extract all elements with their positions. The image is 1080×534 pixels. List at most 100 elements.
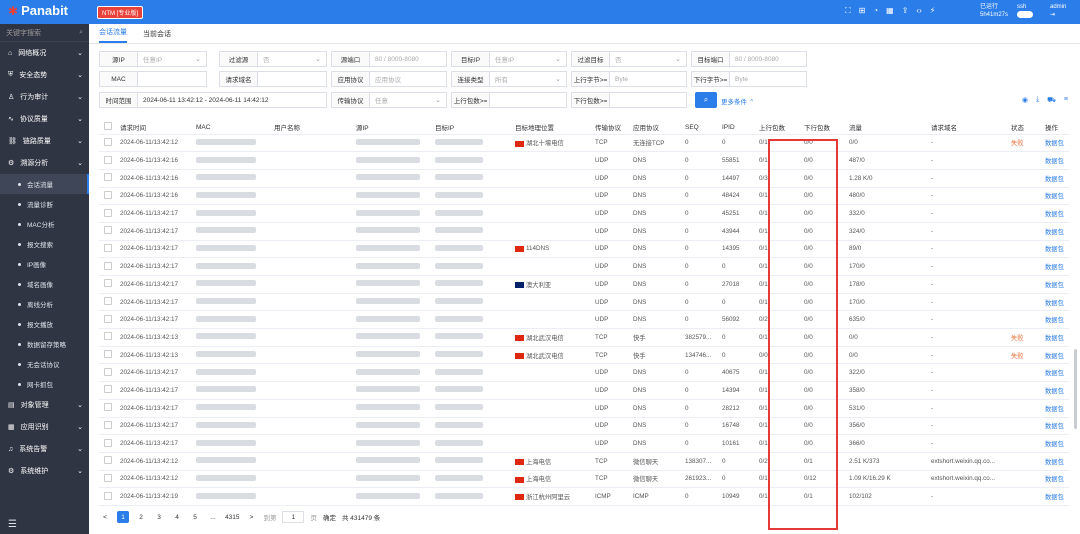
- column-header[interactable]: MAC: [196, 121, 274, 135]
- checkbox[interactable]: [104, 226, 112, 235]
- row-checkbox-cell[interactable]: [99, 257, 120, 276]
- filter-value[interactable]: 应用协议: [370, 74, 446, 84]
- table-row[interactable]: 2024-06-11/13:42:17 UDP DNS 0 40675 0/1 0/0 322…: [99, 363, 1069, 383]
- checkbox[interactable]: [104, 491, 112, 500]
- filter-value[interactable]: 80 / 8000-8080: [730, 56, 806, 63]
- sidebar-item[interactable]: ⚙ 溯源分析 ⌄: [0, 152, 89, 174]
- row-checkbox-cell[interactable]: [99, 470, 120, 489]
- packet-link[interactable]: 数据包: [1045, 381, 1069, 400]
- table-row[interactable]: 2024-06-11/13:42:16 UDP DNS 0 14497 0/3 0/0 1.2…: [99, 169, 1069, 188]
- row-checkbox-cell[interactable]: [99, 169, 120, 188]
- table-row[interactable]: 2024-06-11/13:42:17 UDP DNS 0 0 0/1 0/0 170/0- 数…: [99, 257, 1069, 276]
- packet-link[interactable]: 数据包: [1045, 470, 1069, 489]
- filter-value[interactable]: 80 / 8000-8080: [370, 56, 446, 63]
- filter-field[interactable]: 上行包数>=: [451, 92, 567, 108]
- sidebar-subitem[interactable]: 报文搜索: [0, 234, 89, 254]
- column-header[interactable]: 下行包数: [804, 121, 849, 135]
- confirm-button[interactable]: 确定: [323, 512, 336, 522]
- table-row[interactable]: 2024-06-11/13:42:12 湖北十堰电信 TCP 无连接TCP 0 0 0/1 0…: [99, 134, 1069, 153]
- packet-link[interactable]: 数据包: [1045, 399, 1069, 418]
- packet-link[interactable]: 数据包: [1045, 240, 1069, 259]
- table-row[interactable]: 2024-06-11/13:42:17 UDP DNS 0 45251 0/1 0/0 332…: [99, 204, 1069, 223]
- column-header[interactable]: 状态: [1011, 121, 1045, 135]
- page-number[interactable]: 4: [171, 511, 183, 523]
- column-header[interactable]: 用户名称: [274, 121, 356, 135]
- column-header[interactable]: 目标地理位置: [515, 121, 595, 135]
- filter-value[interactable]: 2024-06-11 13:42:12 - 2024-06-11 14:42:1…: [138, 97, 326, 104]
- row-checkbox-cell[interactable]: [99, 275, 120, 294]
- filter-field[interactable]: 上行字节>= Byte: [571, 71, 687, 87]
- packet-link[interactable]: 数据包: [1045, 346, 1069, 365]
- table-row[interactable]: 2024-06-11/13:42:13 湖北武汉电信 TCP 快手 134746... 0…: [99, 346, 1069, 365]
- checkbox[interactable]: [104, 190, 112, 199]
- column-header[interactable]: 源IP: [356, 121, 435, 135]
- packet-link[interactable]: 数据包: [1045, 275, 1069, 294]
- code-icon[interactable]: ‹›: [916, 6, 921, 16]
- more-conditions-link[interactable]: 更多条件 ⌃: [721, 96, 754, 106]
- row-checkbox-cell[interactable]: [99, 487, 120, 506]
- logout-icon[interactable]: ⇥: [1050, 11, 1066, 19]
- sidebar-subitem[interactable]: 域名画像: [0, 274, 89, 294]
- admin-menu[interactable]: admin ⇥: [1050, 3, 1066, 19]
- sidebar-subitem[interactable]: 报文播放: [0, 314, 89, 334]
- search-icon[interactable]: ⌕: [79, 29, 83, 37]
- page-number[interactable]: 3: [153, 511, 165, 523]
- columns-icon[interactable]: ≡: [1064, 96, 1068, 105]
- sidebar-subitem[interactable]: 流量诊断: [0, 194, 89, 214]
- sidebar-subitem[interactable]: 无会话协议: [0, 354, 89, 374]
- tab-session-traffic[interactable]: 会话流量: [99, 27, 127, 43]
- column-header[interactable]: 应用协议: [633, 121, 685, 135]
- column-header[interactable]: 请求域名: [931, 121, 1011, 135]
- upload-icon[interactable]: ⇪: [902, 6, 909, 16]
- row-checkbox-cell[interactable]: [99, 417, 120, 436]
- sidebar-item[interactable]: ⛨ 安全态势 ⌄: [0, 64, 89, 86]
- dashboard-icon[interactable]: ◔: [873, 6, 878, 16]
- layout-icon[interactable]: ▦: [886, 6, 894, 16]
- checkbox[interactable]: [104, 297, 112, 306]
- collapse-menu-icon[interactable]: ☰: [8, 519, 17, 530]
- filter-value[interactable]: 否: [610, 54, 675, 64]
- sidebar-subitem[interactable]: 会话流量: [0, 174, 89, 194]
- table-row[interactable]: 2024-06-11/13:42:17 UDP DNS 0 14394 0/1 0/0 358…: [99, 381, 1069, 400]
- filter-value[interactable]: 任意IP: [490, 54, 555, 64]
- filter-field[interactable]: 源端口 80 / 8000-8080: [331, 51, 447, 67]
- packet-link[interactable]: 数据包: [1045, 452, 1069, 471]
- search-input[interactable]: 关键字搜索: [6, 28, 41, 38]
- scrollbar[interactable]: [1074, 349, 1077, 429]
- query-button[interactable]: ⌕: [695, 92, 717, 108]
- table-row[interactable]: 2024-06-11/13:42:17 UDP DNS 0 16748 0/1 0/0 356…: [99, 417, 1069, 436]
- packet-link[interactable]: 数据包: [1045, 204, 1069, 223]
- filter-value[interactable]: Byte: [730, 76, 806, 83]
- checkbox[interactable]: [104, 155, 112, 164]
- checkbox[interactable]: [104, 367, 112, 376]
- record-icon[interactable]: ◉: [1022, 96, 1028, 105]
- page-number[interactable]: 1: [117, 511, 129, 523]
- packet-link[interactable]: 数据包: [1045, 363, 1069, 383]
- filter-field[interactable]: 目标端口 80 / 8000-8080: [691, 51, 807, 67]
- packet-link[interactable]: 数据包: [1045, 187, 1069, 206]
- ssh-switch[interactable]: [1017, 11, 1033, 18]
- table-row[interactable]: 2024-06-11/13:42:17 UDP DNS 0 0 0/1 0/0 170/0- 数…: [99, 293, 1069, 312]
- checkbox[interactable]: [104, 243, 112, 252]
- row-checkbox-cell[interactable]: [99, 187, 120, 206]
- packet-link[interactable]: 数据包: [1045, 293, 1069, 312]
- table-row[interactable]: 2024-06-11/13:42:12 上海电信 TCP 微信聊天 261923... 0…: [99, 470, 1069, 489]
- filter-value[interactable]: 否: [258, 54, 315, 64]
- column-header[interactable]: 请求时间: [120, 121, 196, 135]
- row-checkbox-cell[interactable]: [99, 363, 120, 383]
- table-row[interactable]: 2024-06-11/13:42:17 UDP DNS 0 10161 0/1 0/0 366…: [99, 434, 1069, 453]
- filter-field[interactable]: 源IP 任意IP ⌄: [99, 51, 207, 67]
- sidebar-subitem[interactable]: IP画像: [0, 254, 89, 274]
- column-header[interactable]: 操作: [1045, 121, 1069, 135]
- column-header[interactable]: 传输协议: [595, 121, 633, 135]
- table-row[interactable]: 2024-06-11/13:42:17 UDP DNS 0 43944 0/1 0/0 324…: [99, 222, 1069, 241]
- filter-field[interactable]: 请求域名: [219, 71, 327, 87]
- sidebar-subitem[interactable]: 离线分析: [0, 294, 89, 314]
- row-checkbox-cell[interactable]: [99, 381, 120, 400]
- page-number[interactable]: 2: [135, 511, 147, 523]
- sidebar-subitem[interactable]: MAC分析: [0, 214, 89, 234]
- table-row[interactable]: 2024-06-11/13:42:12 上海电信 TCP 微信聊天 138307... 0…: [99, 452, 1069, 471]
- ssh-toggle[interactable]: ssh: [1017, 3, 1033, 19]
- table-row[interactable]: 2024-06-11/13:42:17 114DNS UDP DNS 0 14395 0/1…: [99, 240, 1069, 259]
- monitor-icon[interactable]: ⊞: [859, 6, 866, 16]
